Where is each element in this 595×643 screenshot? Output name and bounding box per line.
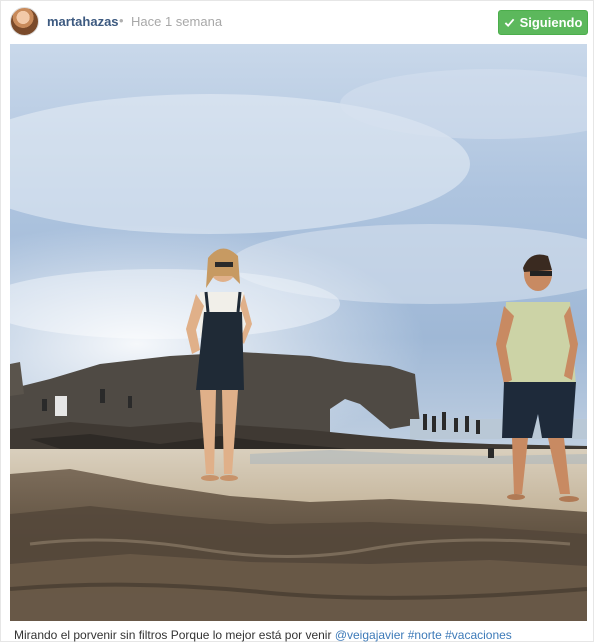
mention-link[interactable]: @veigajavier: [335, 628, 405, 642]
hashtag-link[interactable]: #norte: [408, 628, 442, 642]
caption-text: Mirando el porvenir sin filtros Porque l…: [14, 628, 332, 642]
post-timestamp[interactable]: Hace 1 semana: [131, 14, 222, 29]
username-link[interactable]: martahazas: [47, 14, 119, 29]
post-caption: Mirando el porvenir sin filtros Porque l…: [14, 628, 512, 642]
hashtag-link[interactable]: #vacaciones: [445, 628, 512, 642]
post-photo[interactable]: [10, 44, 587, 621]
check-icon: [504, 18, 514, 28]
separator-dot: •: [119, 13, 124, 28]
following-button[interactable]: Siguiendo: [498, 10, 588, 35]
following-button-label: Siguiendo: [519, 15, 583, 30]
avatar[interactable]: [10, 7, 39, 36]
post-card: martahazas • Hace 1 semana Siguiendo Mir…: [0, 0, 594, 642]
post-header: martahazas • Hace 1 semana Siguiendo: [1, 1, 595, 43]
beach-photo-image: [10, 44, 587, 621]
